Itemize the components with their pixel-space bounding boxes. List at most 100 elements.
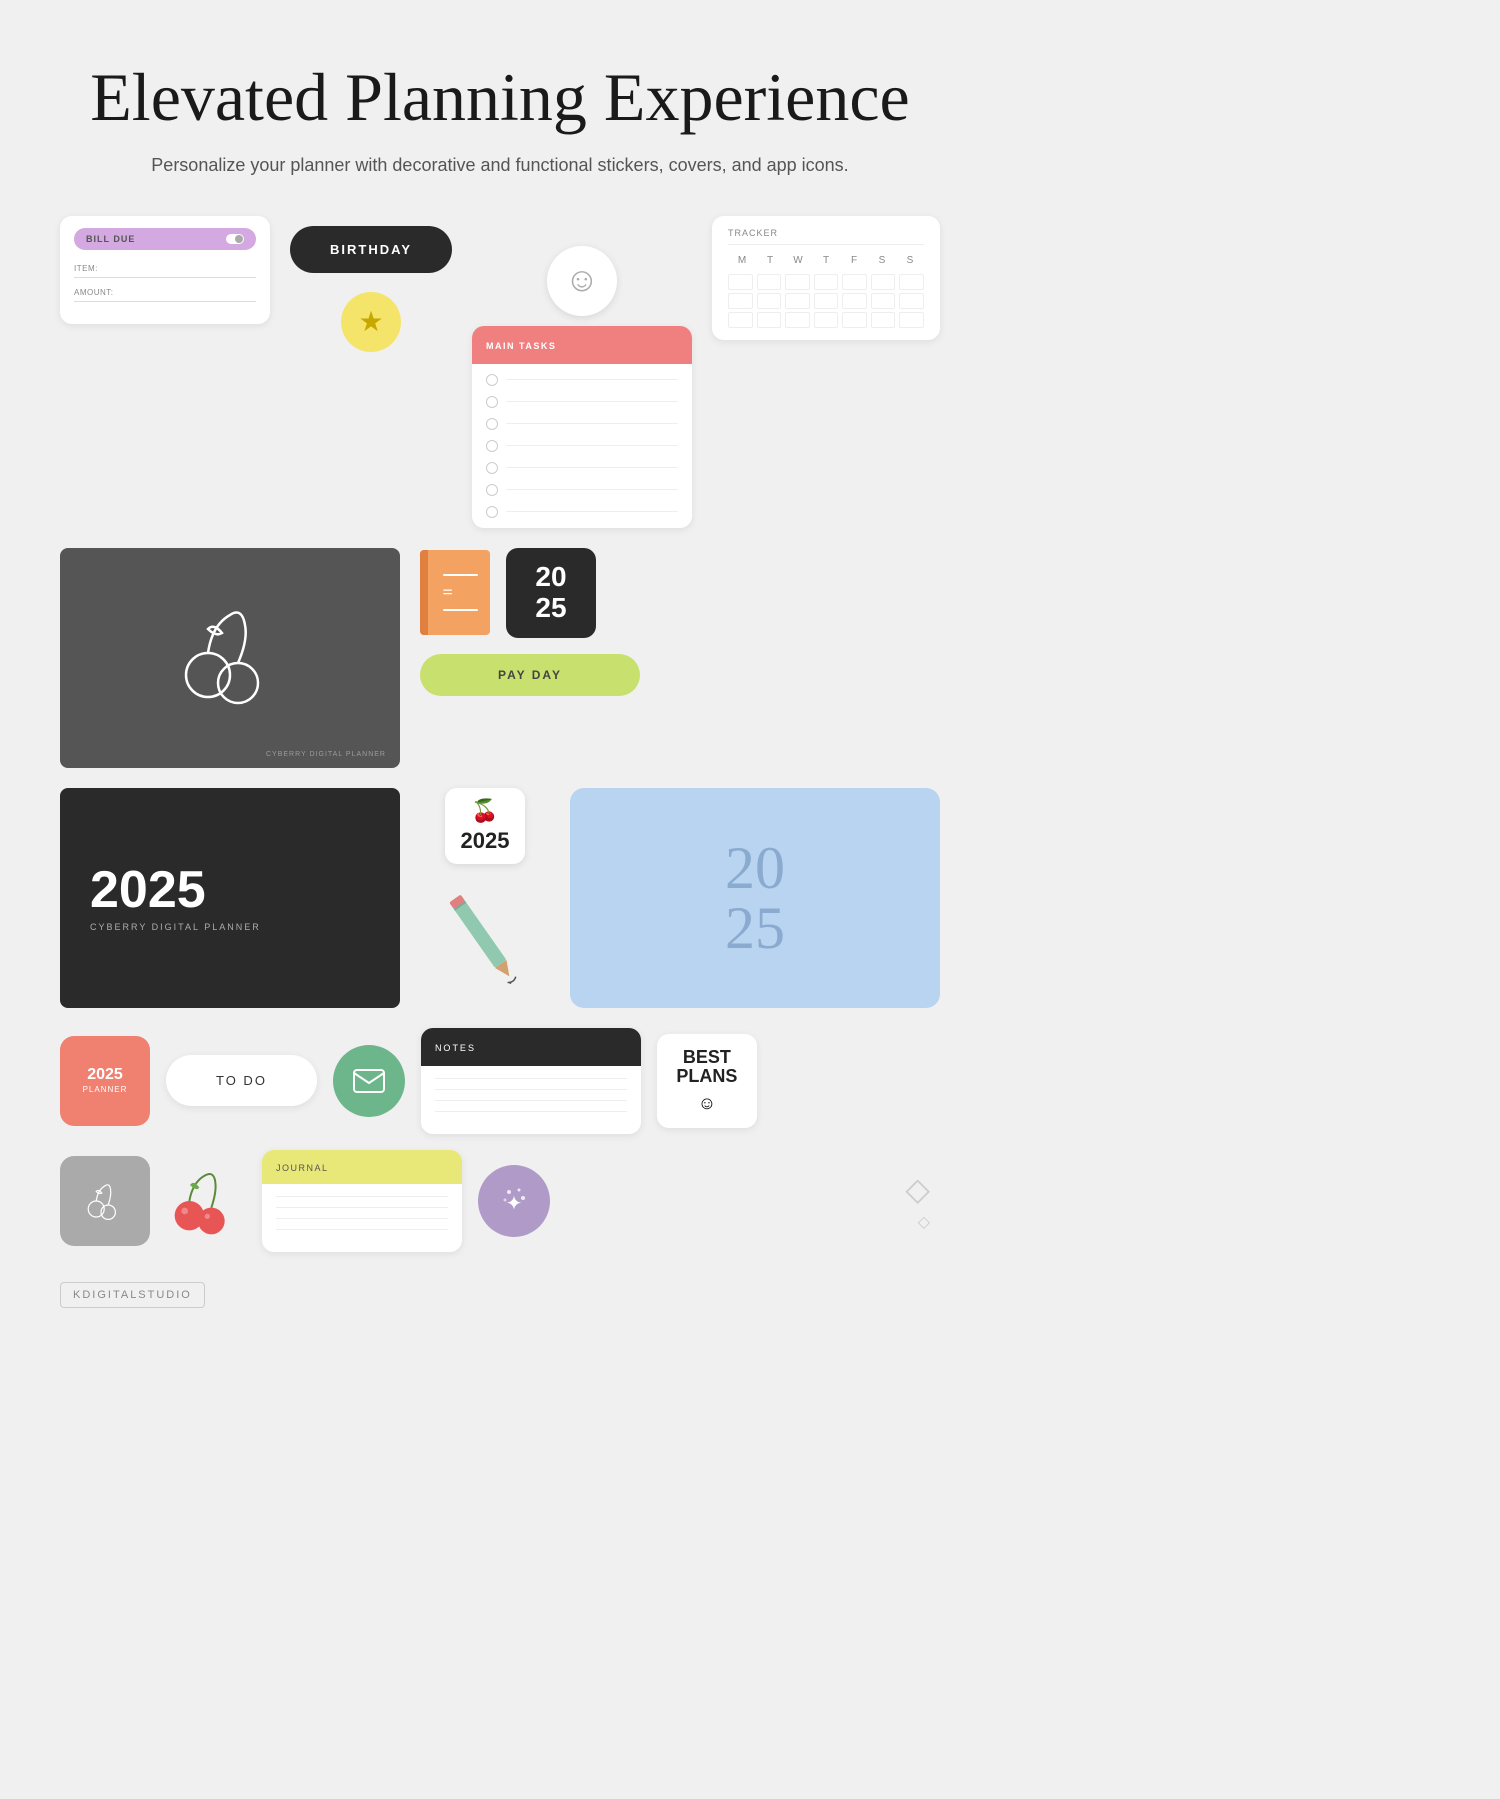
page: Elevated Planning Experience Personalize…	[0, 0, 1000, 1348]
notes-line	[435, 1100, 627, 1101]
party-sticker: ✦	[478, 1165, 550, 1237]
task-checkbox[interactable]	[486, 374, 498, 386]
bill-item-field: ITEM:	[74, 264, 256, 278]
task-item	[486, 462, 678, 474]
journal-title: JOURNAL	[276, 1163, 329, 1173]
tracker-day: T	[812, 255, 840, 266]
bill-due-header: BILL DUE	[74, 228, 256, 250]
tracker-title: TRACKER	[728, 228, 924, 245]
smiley-sticker: ☺	[547, 246, 617, 316]
journal-body	[262, 1184, 462, 1252]
diamond-large-icon: ◇	[905, 1170, 930, 1208]
star-sticker: ★	[341, 292, 401, 352]
sticker-year: 2025	[461, 828, 510, 854]
tasks-title: MAIN TASKS	[486, 341, 556, 351]
footer: KDIGITALSTUDIO	[60, 1282, 940, 1308]
tracker-day: T	[756, 255, 784, 266]
cherry-color-sticker	[166, 1161, 246, 1241]
cover-blue-year: 20 25	[725, 838, 785, 958]
payday-button[interactable]: PAY DAY	[420, 654, 640, 696]
task-checkbox[interactable]	[486, 462, 498, 474]
bill-due-toggle[interactable]	[226, 234, 244, 244]
row1: BILL DUE ITEM: AMOUNT: BIRTHDAY ★	[60, 216, 940, 528]
pencil-sticker	[432, 880, 539, 1003]
app-year: 2025	[87, 1067, 123, 1083]
journal-line	[276, 1229, 448, 1230]
badge-2025: 20 25	[506, 548, 596, 638]
tracker-day: F	[840, 255, 868, 266]
bill-amount-field: AMOUNT:	[74, 288, 256, 302]
bill-amount-label: AMOUNT:	[74, 288, 256, 297]
notes-header: NOTES	[421, 1028, 641, 1066]
cherry-outline-icon	[170, 595, 290, 720]
task-checkbox[interactable]	[486, 484, 498, 496]
task-item	[486, 440, 678, 452]
brand-label: KDIGITALSTUDIO	[60, 1282, 205, 1308]
email-icon	[353, 1069, 385, 1093]
diamonds-sticker: ◇ ◇	[895, 1160, 940, 1242]
journal-line	[276, 1196, 448, 1197]
notes-line	[435, 1078, 627, 1079]
cover-year: 2025	[90, 864, 206, 916]
bill-item-label: ITEM:	[74, 264, 256, 273]
notes-body	[421, 1066, 641, 1134]
journal-line	[276, 1207, 448, 1208]
row4: 2025 PLANNER TO DO NOTES	[60, 1028, 940, 1134]
best-plans-emoji: ☺	[671, 1093, 743, 1114]
cherry-icon: 🍒	[461, 798, 510, 824]
task-checkbox[interactable]	[486, 396, 498, 408]
tracker-card: TRACKER M T W T F S S	[712, 216, 940, 340]
birthday-button[interactable]: BIRTHDAY	[290, 226, 452, 273]
notebook-equal-icon: =	[443, 582, 478, 603]
smiley-tasks-col: ☺ MAIN TASKS	[472, 216, 692, 528]
best-plans-card: BEST PLANS ☺	[657, 1034, 757, 1129]
cover-subtitle: CYBERRY DIGITAL PLANNER	[90, 922, 261, 932]
main-tasks-card: MAIN TASKS	[472, 326, 692, 528]
task-checkbox[interactable]	[486, 440, 498, 452]
bill-due-card: BILL DUE ITEM: AMOUNT:	[60, 216, 270, 324]
notes-line	[435, 1089, 627, 1090]
page-subtitle: Personalize your planner with decorative…	[60, 155, 940, 176]
badge-2025-text: 20 25	[535, 562, 566, 624]
task-item	[486, 506, 678, 518]
notes-line	[435, 1111, 627, 1112]
task-item	[486, 374, 678, 386]
task-item	[486, 484, 678, 496]
app-icon-gray[interactable]	[60, 1156, 150, 1246]
task-checkbox[interactable]	[486, 418, 498, 430]
smiley-icon: ☺	[565, 262, 600, 300]
notes-title: NOTES	[435, 1043, 476, 1053]
task-item	[486, 396, 678, 408]
tracker-day: S	[896, 255, 924, 266]
cover-blue: 20 25	[570, 788, 940, 1008]
cherry-gray-icon	[81, 1177, 129, 1225]
row2: CYBERRY DIGITAL PLANNER =	[60, 548, 940, 768]
page-title: Elevated Planning Experience	[60, 60, 940, 135]
star-icon: ★	[358, 305, 383, 339]
journal-card: JOURNAL	[262, 1150, 462, 1252]
todo-button[interactable]: TO DO	[166, 1055, 317, 1106]
row3-middle: 🍒 2025	[420, 788, 550, 1008]
tracker-day: W	[784, 255, 812, 266]
notebook-icon: =	[443, 574, 478, 611]
journal-header: JOURNAL	[262, 1150, 462, 1184]
journal-line	[276, 1218, 448, 1219]
grid-area: BILL DUE ITEM: AMOUNT: BIRTHDAY ★	[60, 216, 940, 1252]
sticker-2025: 🍒 2025	[445, 788, 526, 864]
cover-watermark: CYBERRY DIGITAL PLANNER	[266, 751, 386, 758]
svg-text:✦: ✦	[506, 1193, 523, 1215]
task-checkbox[interactable]	[486, 506, 498, 518]
row5: JOURNAL ✦	[60, 1150, 940, 1252]
tracker-day: S	[868, 255, 896, 266]
best-plans-text: BEST PLANS	[671, 1048, 743, 1088]
app-icon-planner[interactable]: 2025 PLANNER	[60, 1036, 150, 1126]
cover-2025-dark: 2025 CYBERRY DIGITAL PLANNER	[60, 788, 400, 1008]
tracker-days: M T W T F S S	[728, 255, 924, 266]
diamond-small-icon: ◇	[918, 1212, 930, 1232]
bill-due-label: BILL DUE	[86, 234, 135, 244]
notebook-sticker: =	[420, 550, 490, 635]
birthday-star-col: BIRTHDAY ★	[290, 216, 452, 352]
row3: 2025 CYBERRY DIGITAL PLANNER 🍒 2025	[60, 788, 940, 1008]
tracker-day: M	[728, 255, 756, 266]
task-item	[486, 418, 678, 430]
